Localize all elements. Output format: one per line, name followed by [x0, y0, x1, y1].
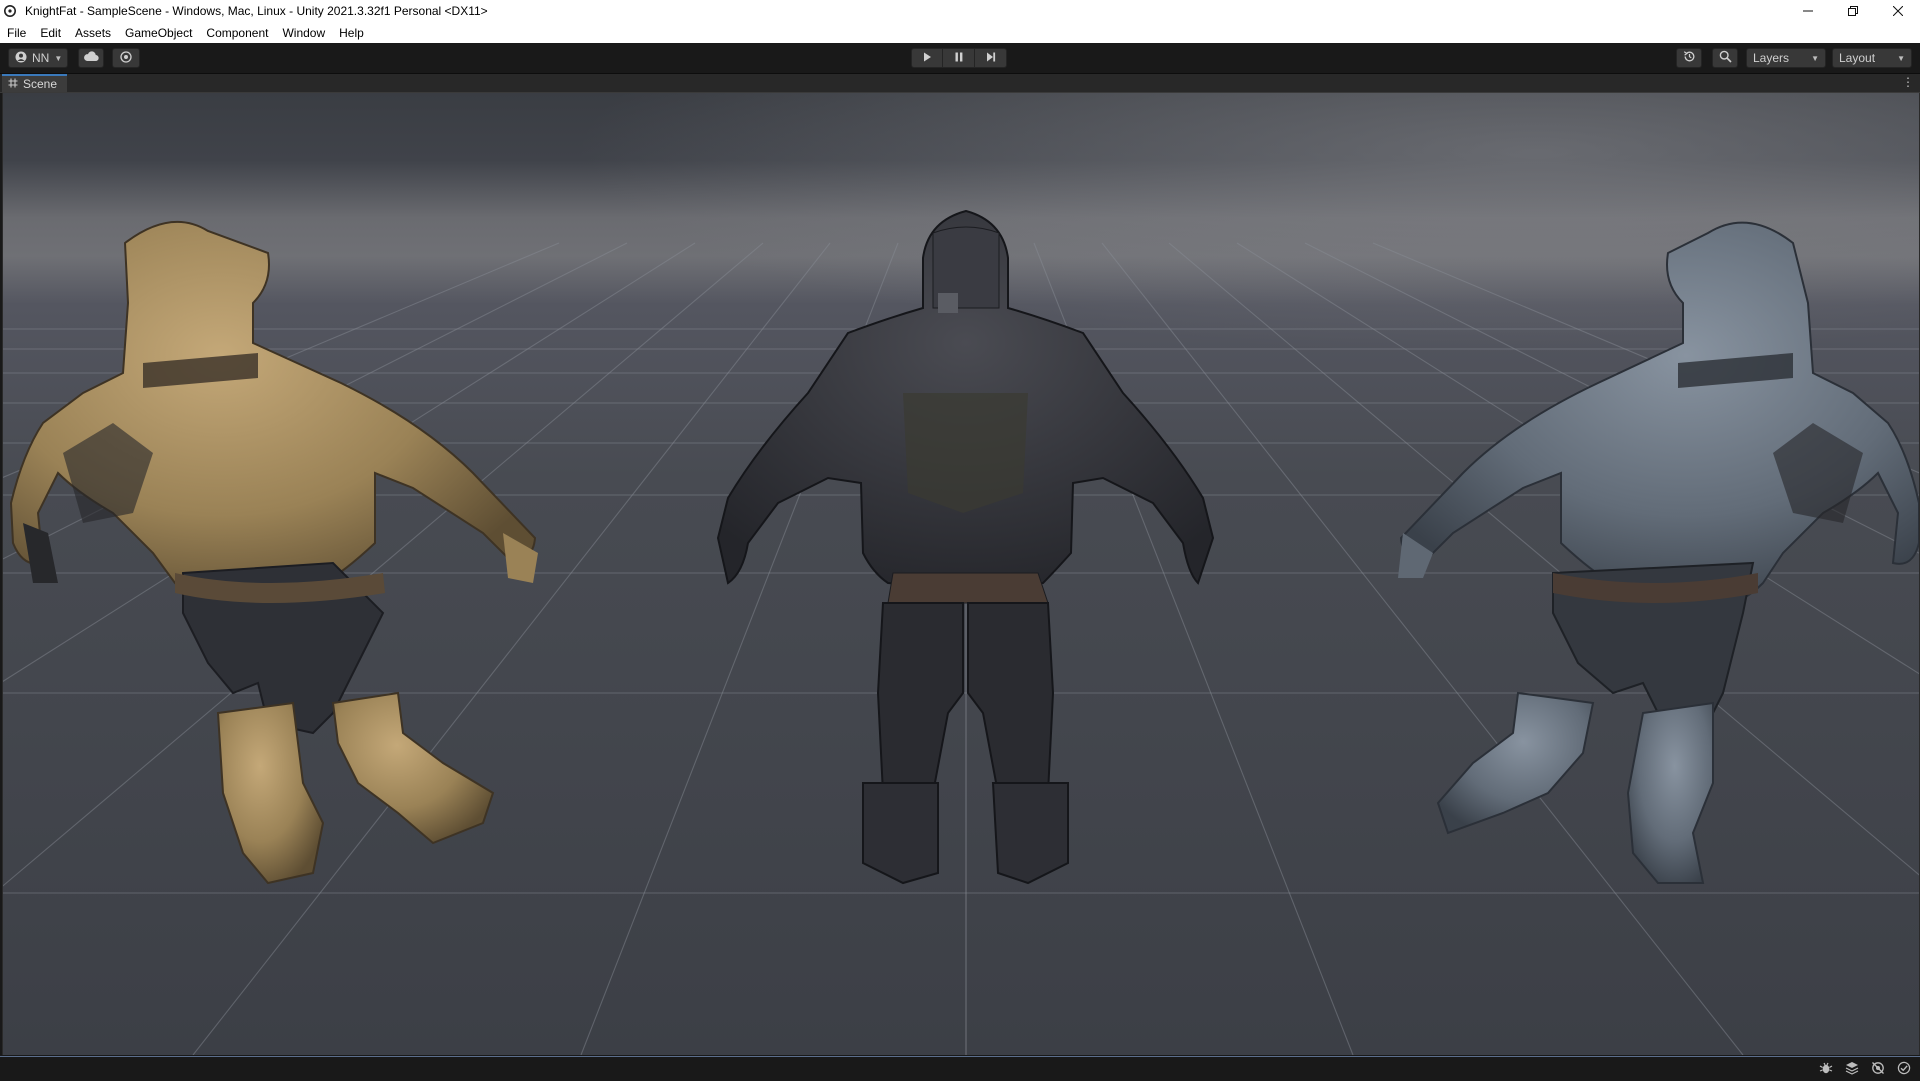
step-button[interactable]	[975, 48, 1007, 68]
status-icons	[1818, 1060, 1912, 1076]
main-toolbar: NN ▼ Layers ▼ Layout ▼	[0, 43, 1920, 74]
playmode-controls	[911, 48, 1007, 68]
play-icon	[922, 51, 932, 65]
layout-label: Layout	[1839, 51, 1876, 65]
restore-icon[interactable]	[1830, 0, 1875, 22]
account-dropdown[interactable]: NN ▼	[8, 48, 68, 68]
pause-icon	[954, 51, 964, 65]
pause-button[interactable]	[943, 48, 975, 68]
window-title: KnightFat - SampleScene - Windows, Mac, …	[25, 4, 488, 18]
search-icon	[1719, 50, 1732, 66]
menu-gameobject[interactable]: GameObject	[118, 26, 199, 40]
minimize-icon[interactable]	[1785, 0, 1830, 22]
cloud-button[interactable]	[78, 48, 104, 68]
scene-viewport[interactable]	[2, 93, 1920, 1055]
layout-dropdown[interactable]: Layout ▼	[1832, 48, 1912, 68]
bug-icon[interactable]	[1818, 1060, 1834, 1076]
undo-history-button[interactable]	[1676, 48, 1702, 68]
chevron-down-icon: ▼	[1897, 53, 1905, 63]
layers-status-icon[interactable]	[1844, 1060, 1860, 1076]
unity-logo-icon	[4, 3, 20, 19]
window-controls	[1785, 0, 1920, 22]
status-bar	[0, 1056, 1920, 1081]
scene-tabbar: Scene ⋮	[0, 74, 1920, 93]
scene-render	[3, 93, 1919, 1055]
cloud-icon	[83, 51, 99, 65]
close-icon[interactable]	[1875, 0, 1920, 22]
hash-icon	[8, 77, 18, 91]
more-options-icon[interactable]: ⋮	[1902, 76, 1914, 88]
menu-window[interactable]: Window	[275, 26, 332, 40]
search-button[interactable]	[1712, 48, 1738, 68]
menu-assets[interactable]: Assets	[68, 26, 118, 40]
menu-bar: File Edit Assets GameObject Component Wi…	[0, 22, 1920, 44]
account-icon	[15, 51, 27, 66]
layers-label: Layers	[1753, 51, 1790, 65]
menu-edit[interactable]: Edit	[33, 26, 68, 40]
collab-button[interactable]	[112, 48, 140, 68]
menu-help[interactable]: Help	[332, 26, 371, 40]
history-icon	[1683, 50, 1696, 66]
menu-component[interactable]: Component	[199, 26, 275, 40]
no-sync-icon[interactable]	[1870, 1060, 1886, 1076]
chevron-down-icon: ▼	[1811, 53, 1819, 63]
play-button[interactable]	[911, 48, 943, 68]
step-icon	[986, 51, 996, 65]
account-label: NN	[32, 51, 50, 65]
scene-tab-label: Scene	[23, 77, 58, 91]
check-icon[interactable]	[1896, 1060, 1912, 1076]
menu-file[interactable]: File	[0, 26, 33, 40]
layers-dropdown[interactable]: Layers ▼	[1746, 48, 1826, 68]
chevron-down-icon: ▼	[54, 53, 63, 63]
window-titlebar: KnightFat - SampleScene - Windows, Mac, …	[0, 0, 1920, 22]
tab-scene[interactable]: Scene	[2, 74, 68, 92]
collab-icon	[120, 50, 132, 66]
